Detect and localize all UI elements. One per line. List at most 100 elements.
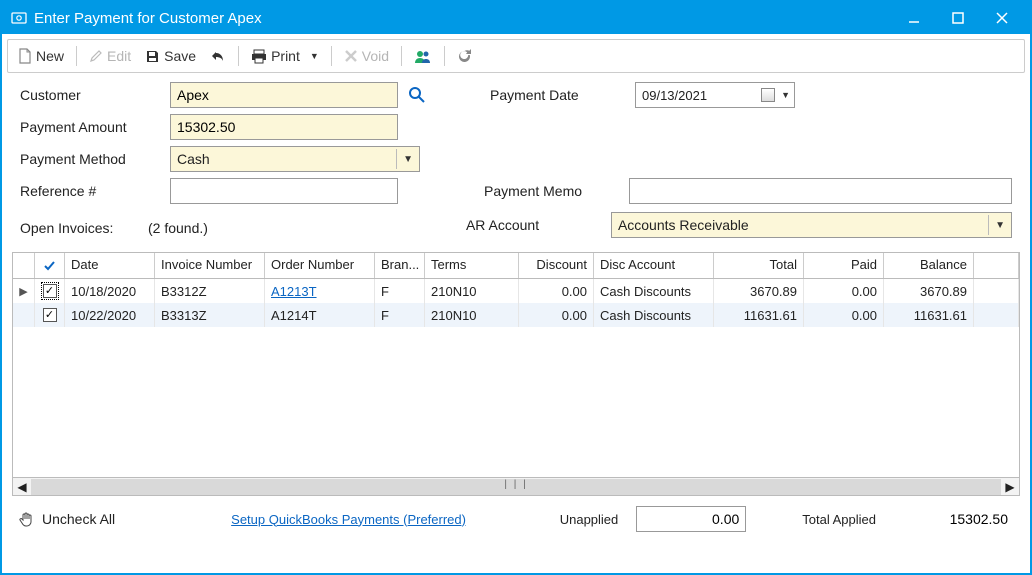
toolbar: New Edit Save Print ▼ Void [7,39,1025,73]
footer: Uncheck All Setup QuickBooks Payments (P… [2,496,1030,544]
ar-account-value: Accounts Receivable [618,217,749,233]
header-paid[interactable]: Paid [804,253,884,278]
page-icon [18,48,32,64]
undo-button[interactable] [206,47,230,65]
payment-method-label: Payment Method [20,151,170,167]
payment-date-label: Payment Date [490,87,635,103]
search-icon [408,86,426,104]
refresh-icon [457,49,472,64]
new-button[interactable]: New [14,46,68,66]
checkbox-header[interactable] [35,253,65,278]
payment-amount-label: Payment Amount [20,119,170,135]
header-total[interactable]: Total [714,253,804,278]
chevron-down-icon: ▼ [396,149,413,169]
ar-account-combo[interactable]: Accounts Receivable ▼ [611,212,1012,238]
total-applied-value [894,506,1014,532]
cell-order: A1214T [265,303,375,327]
pencil-icon [89,49,103,63]
header-balance[interactable]: Balance [884,253,974,278]
titlebar: Enter Payment for Customer Apex [2,2,1030,34]
cell-disc-account: Cash Discounts [594,303,714,327]
header-discount[interactable]: Discount [519,253,594,278]
row-checkbox[interactable] [43,308,57,322]
reference-label: Reference # [20,183,170,199]
uncheck-all-button[interactable]: Uncheck All [18,510,115,528]
chevron-down-icon: ▼ [781,90,790,100]
payment-memo-input[interactable] [629,178,1012,204]
save-label: Save [164,48,196,64]
table-row[interactable]: 10/22/2020B3313ZA1214TF210N100.00Cash Di… [13,303,1019,327]
row-checkbox[interactable] [43,284,57,298]
scroll-track[interactable]: | | | [31,479,1001,495]
unapplied-input[interactable] [636,506,746,532]
print-icon [251,49,267,64]
refresh-button[interactable] [453,47,476,66]
header-invoice[interactable]: Invoice Number [155,253,265,278]
cell-discount: 0.00 [519,279,594,303]
cell-branch: F [375,303,425,327]
grid-header-row: Date Invoice Number Order Number Bran...… [13,253,1019,279]
scroll-right-button[interactable]: ▶ [1001,479,1019,495]
quickbooks-link[interactable]: Setup QuickBooks Payments (Preferred) [231,512,466,527]
payment-memo-label: Payment Memo [484,183,629,199]
header-terms[interactable]: Terms [425,253,519,278]
unapplied-label: Unapplied [560,512,619,527]
cell-paid: 0.00 [804,279,884,303]
payment-method-value: Cash [177,151,210,167]
cell-discount: 0.00 [519,303,594,327]
void-button[interactable]: Void [340,46,393,66]
cell-invoice: B3313Z [155,303,265,327]
row-indicator: ▶ [13,279,35,303]
uncheck-all-label: Uncheck All [42,511,115,527]
check-icon [43,259,57,273]
window-title: Enter Payment for Customer Apex [34,10,892,27]
customer-label: Customer [20,87,170,103]
payment-window: Enter Payment for Customer Apex New Edit… [0,0,1032,575]
print-label: Print [271,48,300,64]
cell-date: 10/22/2020 [65,303,155,327]
cell-total: 3670.89 [714,279,804,303]
cell-balance: 3670.89 [884,279,974,303]
payment-date-picker[interactable]: 09/13/2021 ▼ [635,82,795,108]
save-icon [145,49,160,64]
x-icon [344,49,358,63]
chevron-down-icon: ▼ [310,51,319,61]
payment-amount-input[interactable] [170,114,398,140]
horizontal-scrollbar[interactable]: ◀ | | | ▶ [13,477,1019,495]
cell-total: 11631.61 [714,303,804,327]
chevron-down-icon: ▼ [988,215,1005,235]
header-date[interactable]: Date [65,253,155,278]
void-label: Void [362,48,389,64]
users-icon [414,49,432,64]
reference-input[interactable] [170,178,398,204]
payment-method-combo[interactable]: Cash ▼ [170,146,420,172]
header-branch[interactable]: Bran... [375,253,425,278]
grid-body: ▶10/18/2020B3312ZA1213TF210N100.00Cash D… [13,279,1019,477]
print-button[interactable]: Print ▼ [247,46,323,66]
close-button[interactable] [980,4,1024,32]
maximize-button[interactable] [936,4,980,32]
cell-paid: 0.00 [804,303,884,327]
hand-icon [18,510,36,528]
customer-search-button[interactable] [404,82,430,108]
app-icon [10,9,28,27]
minimize-button[interactable] [892,4,936,32]
row-indicator [13,303,35,327]
scroll-left-button[interactable]: ◀ [13,479,31,495]
header-disc-account[interactable]: Disc Account [594,253,714,278]
new-label: New [36,48,64,64]
cell-disc-account: Cash Discounts [594,279,714,303]
cell-date: 10/18/2020 [65,279,155,303]
edit-button[interactable]: Edit [85,46,135,66]
cell-balance: 11631.61 [884,303,974,327]
header-order[interactable]: Order Number [265,253,375,278]
users-button[interactable] [410,47,436,66]
ar-account-label: AR Account [466,217,611,233]
cell-terms: 210N10 [425,279,519,303]
customer-input[interactable] [170,82,398,108]
save-button[interactable]: Save [141,46,200,66]
table-row[interactable]: ▶10/18/2020B3312ZA1213TF210N100.00Cash D… [13,279,1019,303]
payment-date-value: 09/13/2021 [642,88,707,103]
edit-label: Edit [107,48,131,64]
cell-order[interactable]: A1213T [265,279,375,303]
